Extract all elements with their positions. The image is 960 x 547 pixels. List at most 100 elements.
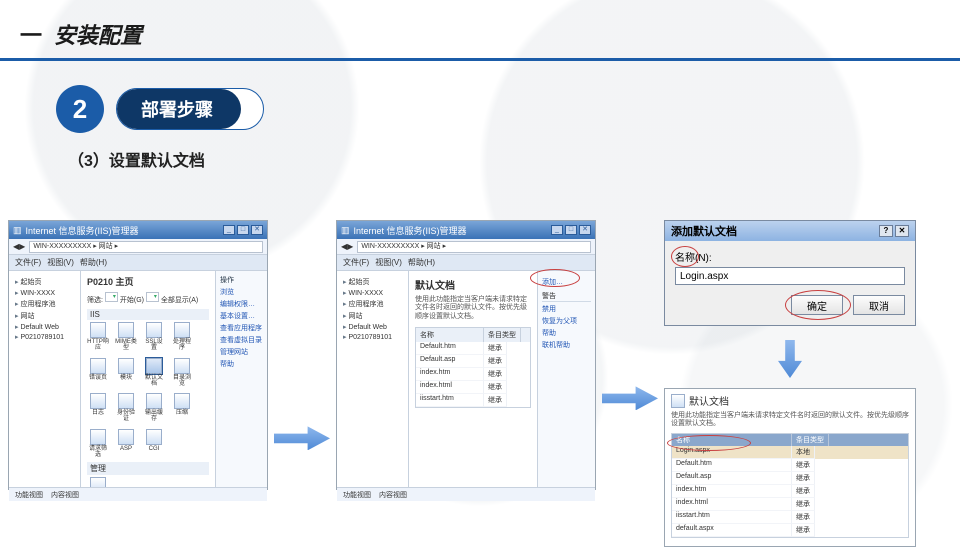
default-document-list[interactable]: 名称 条目类型 Default.htm继承 Default.asp继承 inde… xyxy=(415,327,531,408)
action-add[interactable]: 添加… xyxy=(542,277,591,287)
action-link[interactable]: 浏览 xyxy=(220,287,263,297)
list-item[interactable]: index.htm继承 xyxy=(416,368,530,381)
maximize-button[interactable]: □ xyxy=(237,225,249,235)
action-link[interactable]: 帮助 xyxy=(542,328,591,338)
feature-icon[interactable]: 请求筛选 xyxy=(87,429,109,459)
list-item[interactable]: Default.asp继承 xyxy=(416,355,530,368)
close-button[interactable]: ✕ xyxy=(895,225,909,237)
tree-node[interactable]: Default Web xyxy=(15,323,76,331)
tree-node[interactable]: P0210789101 xyxy=(15,333,76,341)
arrow-right-icon xyxy=(274,426,330,450)
list-item[interactable]: index.html继承 xyxy=(672,498,908,511)
action-link[interactable]: 基本设置… xyxy=(220,311,263,321)
name-input[interactable] xyxy=(675,267,905,285)
feature-icon[interactable]: HTTP响应 xyxy=(87,322,109,352)
tree-node[interactable]: 应用程序池 xyxy=(15,299,76,309)
feature-icon[interactable]: 处理程序 xyxy=(171,322,193,352)
area-combo[interactable] xyxy=(146,292,159,302)
menu-file[interactable]: 文件(F) xyxy=(15,257,41,268)
fwd-icon[interactable]: ▶ xyxy=(19,242,25,251)
screenshot-iis-home: ▥ Internet 信息服务(IIS)管理器 _ □ ✕ ◀ ▶ WIN-XX… xyxy=(8,220,268,490)
action-link[interactable]: 查看应用程序 xyxy=(220,323,263,333)
feature-icon[interactable]: 目录浏览 xyxy=(171,358,193,388)
filter-row: 筛选: 开始(G) 全部显示(A) xyxy=(87,292,209,305)
content-view-tab[interactable]: 内容视图 xyxy=(379,490,407,500)
col-type: 条目类型 xyxy=(484,328,521,342)
list-item[interactable]: iisstart.htm继承 xyxy=(672,511,908,524)
dialog-title: 添加默认文档 xyxy=(671,223,737,239)
tree-node[interactable]: 网站 xyxy=(15,311,76,321)
dialog-titlebar: 添加默认文档 ? ✕ xyxy=(665,221,915,241)
tree-node[interactable]: 网站 xyxy=(343,311,404,321)
action-link[interactable]: 联机帮助 xyxy=(542,340,591,350)
feature-icon[interactable]: 错误页 xyxy=(87,358,109,388)
default-document-pane: 默认文档 使用此功能指定当客户端未请求特定文件名时返回的默认文件。按优先级顺序设… xyxy=(409,271,537,487)
minimize-button[interactable]: _ xyxy=(223,225,235,235)
help-button[interactable]: ? xyxy=(879,225,893,237)
list-item[interactable]: default.aspx继承 xyxy=(672,524,908,537)
list-item[interactable]: Default.asp继承 xyxy=(672,472,908,485)
menubar[interactable]: 文件(F) 视图(V) 帮助(H) xyxy=(9,255,267,271)
breadcrumb[interactable]: WIN-XXXXXXXXX ▸ 网站 ▸ xyxy=(357,241,591,253)
maximize-button[interactable]: □ xyxy=(565,225,577,235)
menu-file[interactable]: 文件(F) xyxy=(343,257,369,268)
slide-header: 一 安装配置 xyxy=(0,0,960,61)
menu-view[interactable]: 视图(V) xyxy=(47,257,74,268)
features-view-tab[interactable]: 功能视图 xyxy=(343,490,371,500)
tree-node[interactable]: Default Web xyxy=(343,323,404,331)
result-list[interactable]: 名称 条目类型 Login.aspx本地 Default.htm继承 Defau… xyxy=(671,433,909,538)
fwd-icon[interactable]: ▶ xyxy=(347,242,353,251)
filter-combo[interactable] xyxy=(105,292,118,302)
tree-node[interactable]: WIN-XXXX xyxy=(343,289,404,297)
tree-node[interactable]: 应用程序池 xyxy=(343,299,404,309)
tree-node[interactable]: P0210789101 xyxy=(343,333,404,341)
ok-button[interactable]: 确定 xyxy=(791,295,843,315)
list-item[interactable]: Default.htm继承 xyxy=(672,459,908,472)
list-item[interactable]: Login.aspx本地 xyxy=(672,446,908,459)
cancel-button[interactable]: 取消 xyxy=(853,295,905,315)
features-view-tab[interactable]: 功能视图 xyxy=(15,490,43,500)
showall-label[interactable]: 全部显示(A) xyxy=(161,297,198,304)
list-item[interactable]: Default.htm继承 xyxy=(416,342,530,355)
breadcrumb[interactable]: WIN-XXXXXXXXX ▸ 网站 ▸ xyxy=(29,241,263,253)
list-item[interactable]: index.html继承 xyxy=(416,381,530,394)
content-view-tab[interactable]: 内容视图 xyxy=(51,490,79,500)
minimize-button[interactable]: _ xyxy=(551,225,563,235)
close-button[interactable]: ✕ xyxy=(251,225,263,235)
feature-icon[interactable]: 压缩 xyxy=(171,393,193,423)
connections-tree[interactable]: 起始页 WIN-XXXX 应用程序池 网站 Default Web P02107… xyxy=(9,271,81,487)
feature-icon[interactable]: 身份验证 xyxy=(115,393,137,423)
feature-icon[interactable]: 模块 xyxy=(115,358,137,388)
window-buttons[interactable]: _ □ ✕ xyxy=(223,225,263,235)
menu-help[interactable]: 帮助(H) xyxy=(80,257,107,268)
feature-icon[interactable]: CGI xyxy=(143,429,165,459)
feature-icon[interactable]: 配置编辑器 xyxy=(87,477,109,487)
action-link[interactable]: 查看虚拟目录 xyxy=(220,335,263,345)
connections-tree[interactable]: 起始页 WIN-XXXX 应用程序池 网站 Default Web P02107… xyxy=(337,271,409,487)
menu-help[interactable]: 帮助(H) xyxy=(408,257,435,268)
step-pill: 部署步骤 xyxy=(116,88,264,130)
list-item[interactable]: index.htm继承 xyxy=(672,485,908,498)
tree-node[interactable]: WIN-XXXX xyxy=(15,289,76,297)
tree-node[interactable]: 起始页 xyxy=(343,277,404,287)
menu-view[interactable]: 视图(V) xyxy=(375,257,402,268)
step-row: 2 部署步骤 xyxy=(56,85,960,133)
action-link[interactable]: 管理网站 xyxy=(220,347,263,357)
tree-node[interactable]: 起始页 xyxy=(15,277,76,287)
window-buttons[interactable]: _ □ ✕ xyxy=(551,225,591,235)
arrow-right-icon xyxy=(602,386,658,410)
feature-icon[interactable]: 日志 xyxy=(87,393,109,423)
feature-icon-default-document[interactable]: 默认文档 xyxy=(143,358,165,388)
action-link[interactable]: 恢复为父项 xyxy=(542,316,591,326)
action-link[interactable]: 帮助 xyxy=(220,359,263,369)
list-item[interactable]: iisstart.htm继承 xyxy=(416,394,530,407)
close-button[interactable]: ✕ xyxy=(579,225,591,235)
feature-icon[interactable]: ASP xyxy=(115,429,137,459)
action-link[interactable]: 禁用 xyxy=(542,304,591,314)
action-link[interactable]: 编辑权限… xyxy=(220,299,263,309)
feature-icon[interactable]: 输出缓存 xyxy=(143,393,165,423)
go-label[interactable]: 开始(G) xyxy=(120,297,144,304)
feature-icon[interactable]: MIME类型 xyxy=(115,322,137,352)
feature-icon[interactable]: SSL设置 xyxy=(143,322,165,352)
menubar[interactable]: 文件(F) 视图(V) 帮助(H) xyxy=(337,255,595,271)
